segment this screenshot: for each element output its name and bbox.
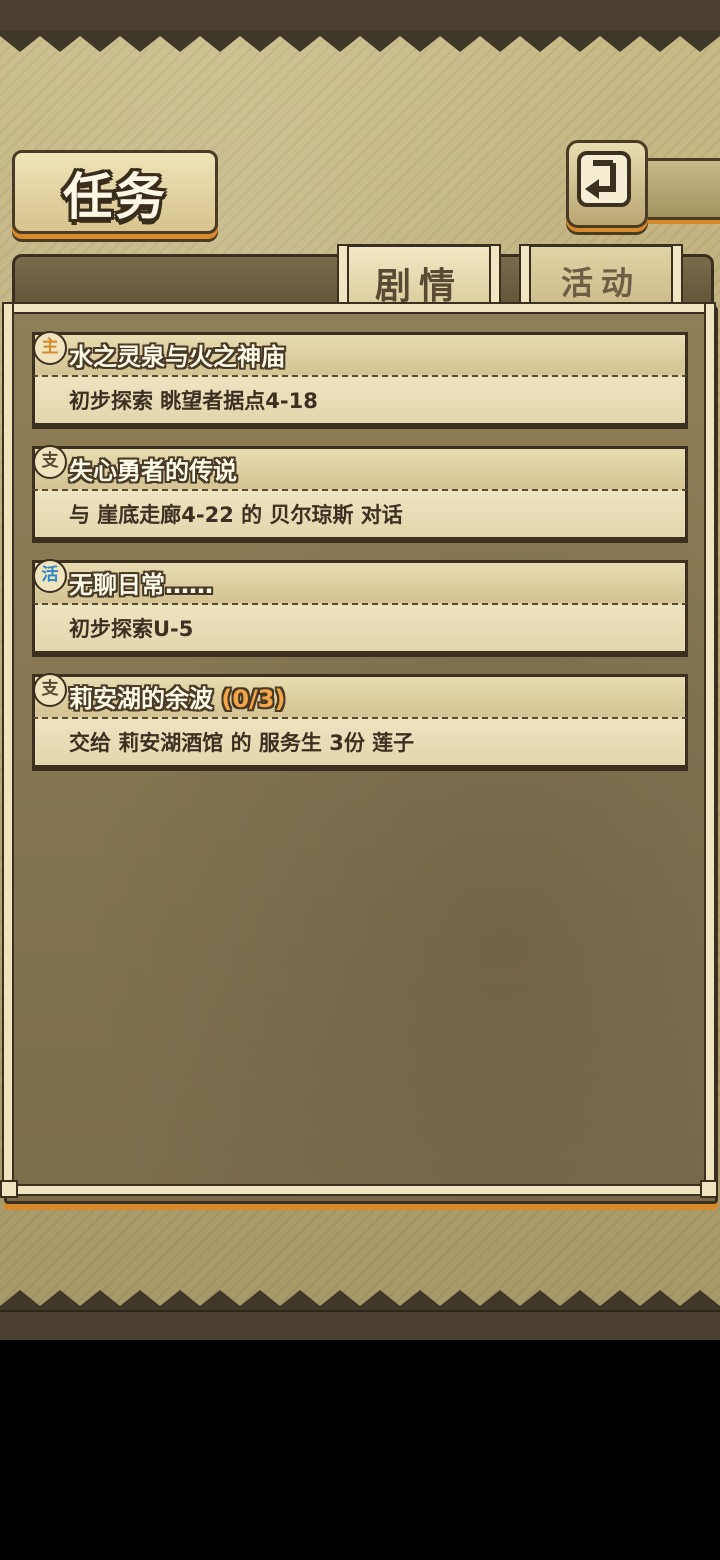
top-torn-edge: [0, 30, 720, 52]
frame-right-bar: [704, 302, 716, 1198]
quest-title: 莉安湖的余波 (0/3): [69, 685, 286, 713]
quest-title: 无聊日常……: [69, 571, 213, 599]
quest-description: 交给 莉安湖酒馆 的 服务生 3份 莲子: [69, 731, 415, 755]
quest-body: 交给 莉安湖酒馆 的 服务生 3份 莲子: [32, 717, 688, 768]
quest-body: 初步探索 眺望者据点4-18: [32, 375, 688, 426]
quest-item[interactable]: 主 水之灵泉与火之神庙 初步探索 眺望者据点4-18: [32, 331, 688, 426]
quest-header: 主 水之灵泉与火之神庙: [32, 331, 688, 375]
quest-body: 与 崖底走廊4-22 的 贝尔琼斯 对话: [32, 489, 688, 540]
side-quest-badge-icon: 支: [33, 673, 67, 707]
quest-item[interactable]: 支 失心勇者的传说 与 崖底走廊4-22 的 贝尔琼斯 对话: [32, 445, 688, 540]
quest-item[interactable]: 活 无聊日常…… 初步探索U-5: [32, 559, 688, 654]
quest-header: 活 无聊日常……: [32, 559, 688, 603]
page-title: 任务: [63, 168, 167, 226]
quest-header: 支 失心勇者的传说: [32, 445, 688, 489]
frame-corner: [700, 1180, 718, 1198]
quest-description: 与 崖底走廊4-22 的 贝尔琼斯 对话: [69, 503, 403, 527]
quest-progress: (0/3): [221, 685, 286, 713]
activity-quest-badge-icon: 活: [33, 559, 67, 593]
frame-corner: [0, 1180, 18, 1198]
game-screen: 任务 剧情 活动 主 水之灵泉与火之神庙 初步探索 眺望者据点4-18 支 失心…: [0, 0, 720, 1340]
quest-header: 支 莉安湖的余波 (0/3): [32, 673, 688, 717]
quest-title: 水之灵泉与火之神庙: [69, 343, 285, 371]
quest-body: 初步探索U-5: [32, 603, 688, 654]
main-quest-badge-icon: 主: [33, 331, 67, 365]
bottom-border: [0, 1310, 720, 1340]
quest-description: 初步探索 眺望者据点4-18: [69, 389, 318, 413]
return-arrow-icon: [577, 151, 631, 207]
side-quest-badge-icon: 支: [33, 445, 67, 479]
bottom-torn-edge: [0, 1290, 720, 1312]
quest-title: 失心勇者的传说: [69, 457, 237, 485]
frame-top-bar: [4, 302, 716, 314]
back-button[interactable]: [566, 140, 648, 228]
top-border: [0, 0, 720, 32]
title-plate: 任务: [12, 150, 218, 234]
quest-description: 初步探索U-5: [69, 617, 194, 641]
quest-item[interactable]: 支 莉安湖的余波 (0/3) 交给 莉安湖酒馆 的 服务生 3份 莲子: [32, 673, 688, 768]
frame-left-bar: [2, 302, 14, 1198]
back-button-rail: [636, 158, 720, 220]
frame-bottom-bar: [4, 1184, 716, 1196]
